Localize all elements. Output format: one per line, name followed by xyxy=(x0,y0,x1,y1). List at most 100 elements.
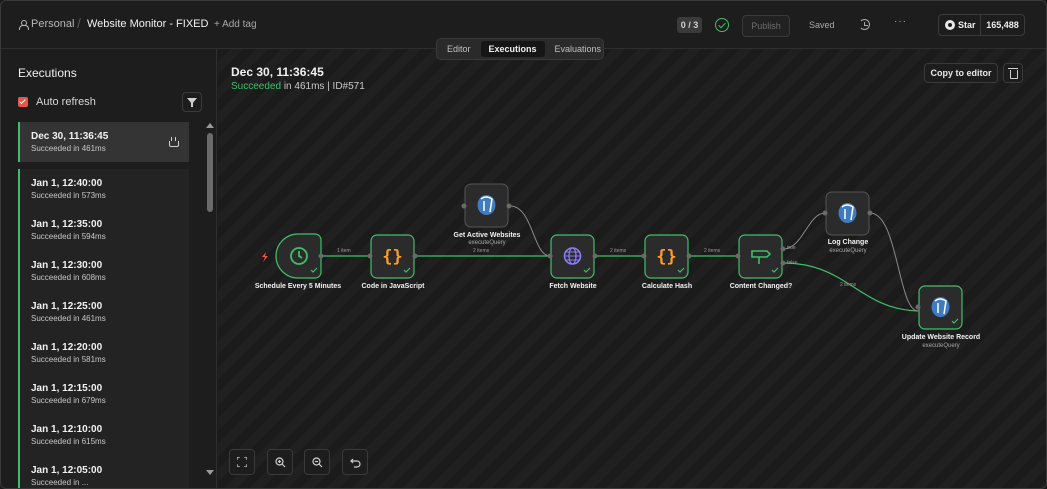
tab-executions[interactable]: Executions xyxy=(480,41,545,57)
edge-label-false-update: 2 items xyxy=(840,282,857,288)
reset-zoom-button[interactable] xyxy=(342,449,368,475)
view-tabs: Editor Executions Evaluations xyxy=(436,38,604,60)
node-label-hash: Calculate Hash xyxy=(641,283,693,290)
node-label-changed: Content Changed? xyxy=(729,283,793,290)
github-star-count: 165,488 xyxy=(986,20,1019,30)
execution-status: Succeeded in 594ms xyxy=(31,232,106,241)
version-counter[interactable]: 0 / 3 xyxy=(677,17,702,33)
node-log[interactable] xyxy=(822,191,873,236)
node-label-get-active: Get Active Websites xyxy=(453,232,521,239)
edge-label-true: true xyxy=(787,245,796,251)
execution-time: Jan 1, 12:10:00 xyxy=(31,424,103,435)
execution-item[interactable]: Jan 1, 12:30:00 Succeeded in 608ms xyxy=(18,251,189,292)
execution-time: Jan 1, 12:30:00 xyxy=(31,260,103,271)
execution-item[interactable]: Jan 1, 12:40:00 Succeeded in 573ms xyxy=(18,169,189,210)
execution-time: Jan 1, 12:40:00 xyxy=(31,178,103,189)
postgres-icon xyxy=(931,297,950,317)
publish-button[interactable]: Publish xyxy=(742,15,790,37)
edge-label-schedule-code: 1 item xyxy=(337,248,351,254)
fit-view-button[interactable] xyxy=(229,449,255,475)
flask-icon[interactable] xyxy=(169,137,179,147)
postgres-icon xyxy=(477,195,496,215)
app-window: Personal / Website Monitor - FIXED + Add… xyxy=(0,0,1047,489)
node-fetch[interactable] xyxy=(547,234,598,279)
node-label-log: Log Change xyxy=(827,239,869,246)
filter-button[interactable] xyxy=(182,92,202,112)
braces-icon: {} xyxy=(656,247,676,267)
braces-icon: {} xyxy=(382,247,402,267)
user-icon xyxy=(19,19,29,30)
execution-status: Succeeded in 615ms xyxy=(31,437,106,446)
zoom-out-button[interactable] xyxy=(304,449,330,475)
node-label-code: Code in JavaScript xyxy=(361,283,425,290)
node-hash[interactable]: {} xyxy=(641,234,692,279)
execution-item[interactable]: Dec 30, 11:36:45 Succeeded in 461ms xyxy=(18,122,189,162)
node-update[interactable] xyxy=(915,285,963,330)
node-label-schedule: Schedule Every 5 Minutes xyxy=(254,283,342,290)
execution-item[interactable]: Jan 1, 12:20:00 Succeeded in 581ms xyxy=(18,333,189,374)
execution-status: Succeeded in 461ms xyxy=(31,314,106,323)
add-tag-button[interactable]: + Add tag xyxy=(214,19,257,30)
node-label-fetch: Fetch Website xyxy=(549,283,597,290)
tab-editor[interactable]: Editor xyxy=(439,41,479,57)
execution-time: Jan 1, 12:35:00 xyxy=(31,219,103,230)
github-icon xyxy=(945,20,955,30)
node-sub-update: executeQuery xyxy=(922,343,960,349)
node-sub-log: executeQuery xyxy=(829,248,867,254)
zoom-in-button[interactable] xyxy=(267,449,293,475)
node-get-active[interactable] xyxy=(461,183,512,228)
auto-refresh-toggle[interactable]: Auto refresh xyxy=(18,96,96,108)
edge-label-code-fetch: 2 items xyxy=(473,248,490,254)
execution-time: Jan 1, 12:25:00 xyxy=(31,301,103,312)
postgres-icon xyxy=(838,203,857,223)
fit-view-icon xyxy=(236,456,248,468)
executions-list: Dec 30, 11:36:45 Succeeded in 461ms Jan … xyxy=(18,122,189,488)
zoom-out-icon xyxy=(311,457,322,468)
tab-evaluations[interactable]: Evaluations xyxy=(547,41,610,57)
execution-item[interactable]: Jan 1, 12:10:00 Succeeded in 615ms xyxy=(18,415,189,456)
node-changed[interactable] xyxy=(735,234,786,279)
execution-status: Succeeded in ... xyxy=(31,478,89,487)
workflow-canvas[interactable]: Dec 30, 11:36:45 Succeeded in 461ms | ID… xyxy=(218,49,1046,488)
execution-item[interactable]: Jan 1, 12:25:00 Succeeded in 461ms xyxy=(18,292,189,333)
execution-status: Succeeded in 679ms xyxy=(31,396,106,405)
execution-item[interactable]: Jan 1, 12:35:00 Succeeded in 594ms xyxy=(18,210,189,251)
edge-log-update xyxy=(869,212,919,312)
trigger-bolt-icon xyxy=(262,252,268,262)
execution-time: Jan 1, 12:05:00 xyxy=(31,465,103,476)
execution-status: Succeeded in 573ms xyxy=(31,191,106,200)
zoom-in-icon xyxy=(274,457,285,468)
breadcrumb-separator: / xyxy=(77,15,81,31)
scroll-down-arrow[interactable] xyxy=(206,470,214,475)
history-icon[interactable] xyxy=(859,19,870,30)
workspace-label: Personal xyxy=(31,18,75,30)
github-star-button[interactable]: Star 165,488 xyxy=(938,14,1025,36)
execution-status: Succeeded in 608ms xyxy=(31,273,106,282)
execution-status: Succeeded in 461ms xyxy=(31,144,106,153)
auto-refresh-checkbox[interactable] xyxy=(18,97,28,107)
execution-status: Succeeded in 581ms xyxy=(31,355,106,364)
edge-label-hash-changed: 2 items xyxy=(704,248,721,254)
execution-time: Jan 1, 12:15:00 xyxy=(31,383,103,394)
scrollbar-thumb[interactable] xyxy=(207,133,213,212)
node-code[interactable]: {} xyxy=(367,234,418,279)
breadcrumb-workspace[interactable]: Personal xyxy=(19,18,74,30)
edge-label-fetch-hash: 2 items xyxy=(610,248,627,254)
saved-status: Saved xyxy=(809,20,835,30)
node-schedule[interactable] xyxy=(275,233,324,279)
edge-label-false: false xyxy=(787,260,798,266)
scroll-up-arrow[interactable] xyxy=(206,123,214,128)
undo-icon xyxy=(349,458,361,468)
node-label-update: Update Website Record xyxy=(901,334,981,341)
workflow-name[interactable]: Website Monitor - FIXED xyxy=(87,18,208,30)
workflow-graph: {} {} xyxy=(262,183,963,330)
execution-time: Jan 1, 12:20:00 xyxy=(31,342,103,353)
execution-item[interactable]: Jan 1, 12:15:00 Succeeded in 679ms xyxy=(18,374,189,415)
sidebar-title: Executions xyxy=(18,66,77,80)
execution-item[interactable]: Jan 1, 12:05:00 Succeeded in ... xyxy=(18,456,189,488)
more-options-icon[interactable]: ··· xyxy=(894,16,907,27)
check-circle-icon xyxy=(715,18,729,32)
auto-refresh-label: Auto refresh xyxy=(36,96,96,108)
executions-sidebar: Executions Auto refresh Dec 30, 11:36:45… xyxy=(1,49,217,488)
github-star-label: Star xyxy=(958,20,976,30)
